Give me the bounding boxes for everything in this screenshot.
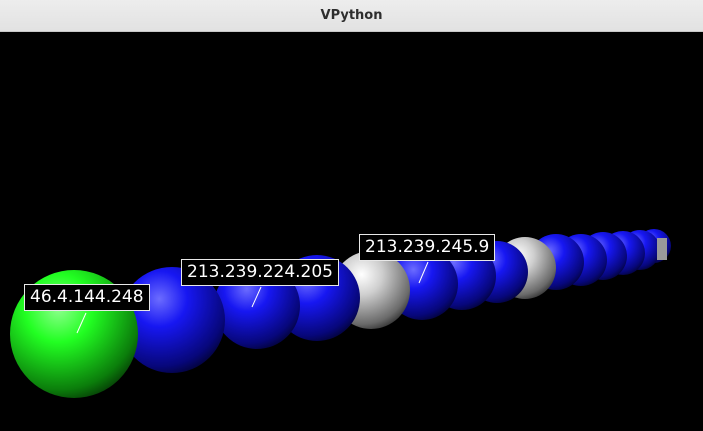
scene-svg xyxy=(10,229,671,398)
node-label: 46.4.144.248 xyxy=(24,284,150,311)
vpython-window: VPython 46.4.144.248 213.239.224.205 213… xyxy=(0,0,703,431)
end-box xyxy=(657,238,667,260)
node-label: 213.239.224.205 xyxy=(181,259,340,286)
3d-canvas[interactable]: 46.4.144.248 213.239.224.205 213.239.245… xyxy=(0,32,703,431)
node-label: 213.239.245.9 xyxy=(359,234,496,261)
sphere-chain xyxy=(10,229,671,398)
window-title: VPython xyxy=(320,8,383,23)
title-bar[interactable]: VPython xyxy=(0,0,703,32)
